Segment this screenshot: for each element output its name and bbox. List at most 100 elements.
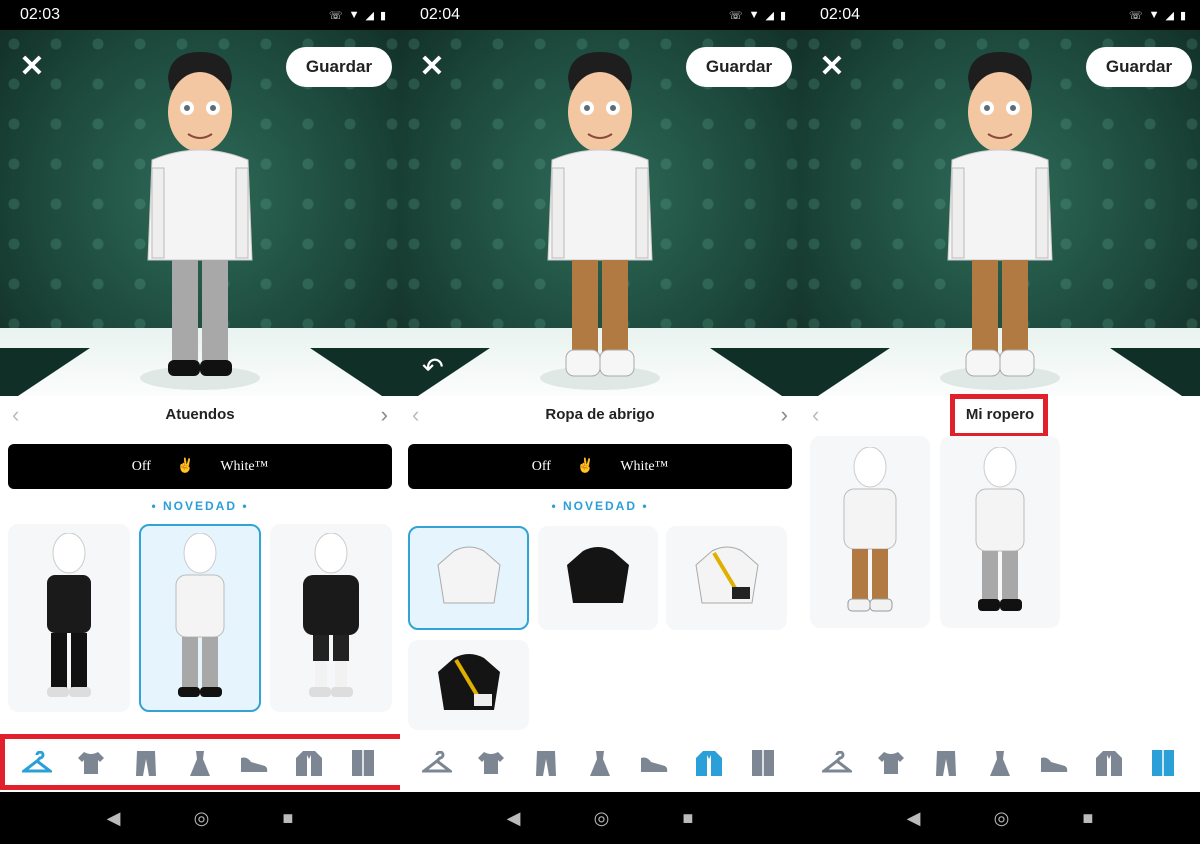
undo-icon: ↶ [422,352,444,382]
signal-icon: ◢ [765,9,774,22]
brand-left: Off [531,458,551,474]
dress-icon[interactable] [984,747,1016,779]
recents-icon[interactable]: ■ [683,808,694,829]
home-icon[interactable]: ◎ [994,808,1010,829]
novedad-label: • NOVEDAD • [551,499,649,513]
status-time: 02:04 [820,6,861,23]
outfit-item-selected[interactable] [139,524,261,712]
brand-right: White™ [220,458,269,474]
phone-screen-3: 02:04 ☏ ▼ ◢ ▮ ✕ Guardar ‹ Mi ropero ◀ ◎ … [800,0,1200,844]
save-button[interactable]: Guardar [686,47,792,87]
dress-icon[interactable] [584,747,616,779]
wardrobe-icon[interactable] [747,747,779,779]
hanger-icon[interactable] [421,747,453,779]
android-nav-bar: ◀ ◎ ■ [0,792,400,844]
close-icon: ✕ [819,50,845,83]
status-bar: 02:03 ☏ ▼ ◢ ▮ [0,0,400,30]
outfit-item[interactable] [8,524,130,712]
panel-header: ‹ Ropa de abrigo › [400,396,800,432]
black-hoodie-preview [567,547,629,603]
brand-banner[interactable]: Off ✌ White™ [408,444,792,489]
outfit-grid [8,524,392,724]
back-icon[interactable]: ◀ [507,808,521,829]
brand-left: Off [131,458,151,474]
status-icons: ☏ ▼ ◢ ▮ [329,9,386,22]
floor-edge-left [0,348,90,396]
pants-icon[interactable] [930,747,962,779]
bitmoji-avatar [540,52,660,390]
home-icon[interactable]: ◎ [194,808,210,829]
outfit-black-shorts-preview [303,533,359,697]
category-toolbar [800,738,1200,788]
chevron-left-icon[interactable]: ‹ [412,402,419,428]
phone-screen-2: 02:04 ☏ ▼ ◢ ▮ ✕ Guardar ↶ ‹ Ropa de abri… [400,0,800,844]
outerwear-grid [408,524,792,730]
chevron-right-icon[interactable]: › [781,402,788,428]
panel-title: Atuendos [165,405,235,423]
panel-title: Ropa de abrigo [545,405,655,423]
chevron-left-icon[interactable]: ‹ [12,402,19,428]
call-icon: ☏ [728,9,743,22]
close-button[interactable]: ✕ [18,52,46,82]
white-hoodie-bag-preview [694,546,759,604]
panel-header: ‹ Atuendos › [0,396,400,432]
wifi-icon: ▼ [748,9,760,21]
recents-icon[interactable]: ■ [1083,808,1094,829]
brand-banner[interactable]: Off ✌ White™ [8,444,392,489]
outerwear-item-selected[interactable] [408,526,529,630]
toolbar-highlight-box [0,734,400,790]
status-icons: ☏ ▼ ◢ ▮ [1129,9,1186,22]
screenshot-triptych: 02:03 ☏ ▼ ◢ ▮ ✕ Guardar ‹ Atuendos › Off… [0,0,1200,844]
outerwear-item[interactable] [538,526,658,630]
recents-icon[interactable]: ■ [283,808,294,829]
save-button[interactable]: Guardar [286,47,392,87]
chevron-right-icon[interactable]: › [381,402,388,428]
back-icon[interactable]: ◀ [107,808,121,829]
outfit-item[interactable] [270,524,392,712]
saved-outfit-item[interactable] [940,436,1060,628]
save-button[interactable]: Guardar [1086,47,1192,87]
black-hoodie-bag-preview [437,654,500,710]
jacket-icon[interactable] [1093,747,1125,779]
jacket-icon[interactable] [693,747,725,779]
wardrobe-icon[interactable] [1147,747,1179,779]
outerwear-item[interactable] [408,640,529,730]
bitmoji-avatar [140,52,260,390]
android-nav-bar: ◀ ◎ ■ [400,792,800,844]
hands-logo-icon: ✌ [576,459,595,474]
status-bar: 02:04 ☏ ▼ ◢ ▮ [400,0,800,30]
close-button[interactable]: ✕ [418,52,446,82]
close-icon: ✕ [419,50,445,83]
signal-icon: ◢ [365,9,374,22]
status-icons: ☏ ▼ ◢ ▮ [729,9,786,22]
floor-edge-left [800,348,890,396]
outfit-panel: ‹ Atuendos › Off ✌ White™ • NOVEDAD • [0,396,400,792]
hanger-icon[interactable] [821,747,853,779]
saved-outfit-item[interactable] [810,436,930,628]
outfit-panel: ‹ Ropa de abrigo › Off ✌ White™ • NOVEDA… [400,396,800,792]
back-icon[interactable]: ◀ [907,808,921,829]
white-hoodie-preview [436,546,501,604]
shoe-icon[interactable] [638,747,670,779]
close-button[interactable]: ✕ [818,52,846,82]
wifi-icon: ▼ [1148,9,1160,21]
undo-button[interactable]: ↶ [422,353,450,381]
novedad-label: • NOVEDAD • [151,499,249,513]
call-icon: ☏ [328,9,343,22]
tshirt-icon[interactable] [475,747,507,779]
home-icon[interactable]: ◎ [594,808,610,829]
outerwear-item[interactable] [666,526,787,630]
battery-icon: ▮ [779,9,786,22]
wifi-icon: ▼ [348,9,360,21]
phone-screen-1: 02:03 ☏ ▼ ◢ ▮ ✕ Guardar ‹ Atuendos › Off… [0,0,400,844]
pants-icon[interactable] [530,747,562,779]
title-highlight-box [950,394,1048,438]
bitmoji-avatar [940,52,1060,390]
saved-outfits-grid [808,436,1192,636]
floor-edge-right [1110,348,1200,396]
chevron-left-icon[interactable]: ‹ [812,402,819,428]
category-toolbar [400,738,800,788]
shoe-icon[interactable] [1038,747,1070,779]
tshirt-icon[interactable] [875,747,907,779]
status-time: 02:03 [20,6,61,23]
